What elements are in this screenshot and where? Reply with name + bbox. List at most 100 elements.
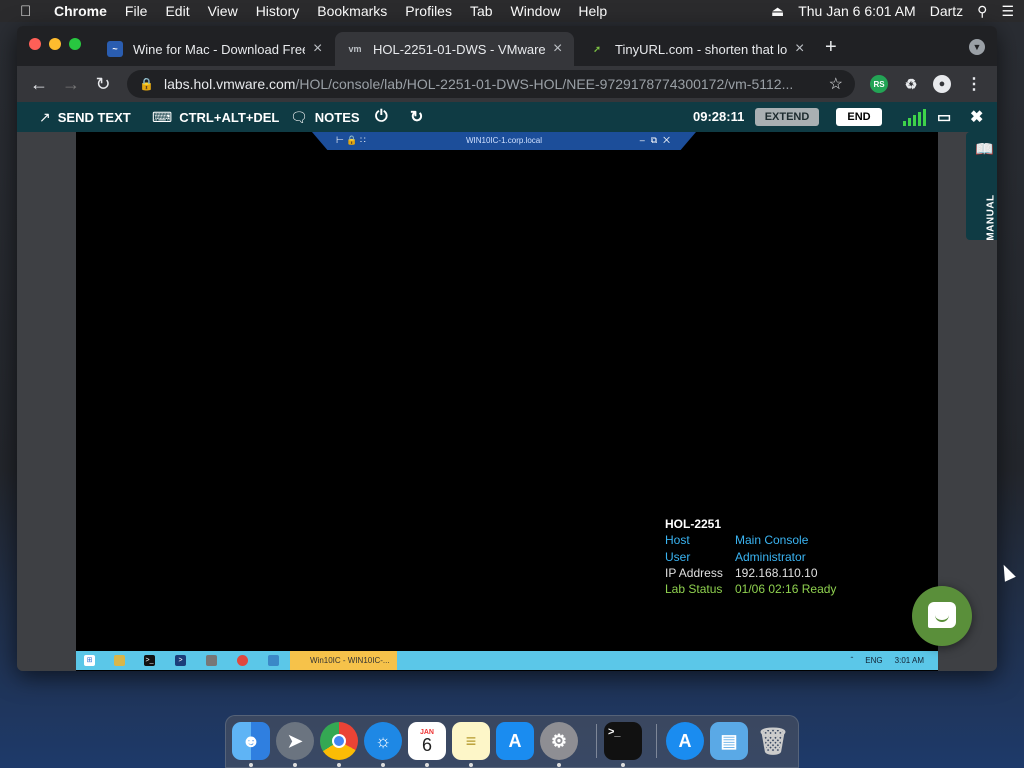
remote-console-screen[interactable]: ⊢ 🔒 ∷ WIN10IC-1.corp.local –⧉✕ HOL-2251 … <box>76 132 938 671</box>
close-tab-icon[interactable]: × <box>553 40 562 58</box>
info-row-host: Host Main Console <box>665 532 836 548</box>
bookmark-star-icon[interactable]: ☆ <box>829 74 843 94</box>
vmware-icon: vm <box>348 44 362 54</box>
menu-bookmarks[interactable]: Bookmarks <box>317 3 387 19</box>
chrome-window: ~ Wine for Mac - Download Free × vm HOL-… <box>17 26 997 671</box>
menu-tab[interactable]: Tab <box>470 3 493 19</box>
power-icon[interactable]: ⏻ <box>375 102 388 132</box>
tab-title: TinyURL.com - shorten that lon <box>615 41 787 57</box>
menu-file[interactable]: File <box>125 3 148 19</box>
spotlight-search-icon[interactable]: ⚲ <box>977 3 987 20</box>
menubar-clock[interactable]: Thu Jan 6 6:01 AM <box>798 3 916 19</box>
rdp-window-controls[interactable]: –⧉✕ <box>640 135 676 146</box>
extension-icon[interactable]: RS <box>870 75 888 93</box>
menu-view[interactable]: View <box>208 3 238 19</box>
info-row-status: Lab Status 01/06 02:16 Ready <box>665 581 836 597</box>
running-indicator <box>337 763 341 767</box>
zoom-window-button[interactable] <box>69 38 81 50</box>
info-key: Host <box>665 533 690 548</box>
forward-button[interactable]: → <box>59 72 83 96</box>
rdp-host-title: WIN10IC-1.corp.local <box>465 136 543 145</box>
tab-title: HOL-2251-01-DWS - VMware L <box>373 41 545 57</box>
terminal-icon[interactable]: >_ <box>604 722 642 760</box>
lock-icon[interactable]: 🔒 <box>139 77 154 91</box>
back-button[interactable]: ← <box>27 72 51 96</box>
lab-timer: 09:28:11 <box>693 109 745 124</box>
ctrl-alt-del-label: CTRL+ALT+DEL <box>179 109 280 125</box>
ctrl-alt-del-button[interactable]: ⌨ CTRL+ALT+DEL <box>152 102 279 132</box>
chrome-menu-icon[interactable]: ⋮ <box>965 75 983 93</box>
macos-dock: ☻ ➤ ☼ JAN 6 ≡ A ⚙ >_ A ▤ 🗑 <box>225 715 799 768</box>
info-value: 01/06 02:16 Ready <box>735 582 837 597</box>
menu-edit[interactable]: Edit <box>165 3 189 19</box>
extend-button[interactable]: EXTEND <box>755 108 819 126</box>
tray-clock[interactable]: 3:01 AM <box>895 651 924 670</box>
info-key: Lab Status <box>665 582 723 597</box>
manual-side-tab[interactable]: 📖 MANUAL <box>966 132 997 241</box>
monitor-icon[interactable]: ▭ <box>937 102 951 132</box>
app-store-icon[interactable]: A <box>496 722 534 760</box>
lab-id: HOL-2251 <box>665 517 722 531</box>
send-text-label: SEND TEXT <box>57 109 131 125</box>
documents-folder-icon[interactable]: ▤ <box>710 722 748 760</box>
reload-button[interactable]: ↻ <box>91 72 115 96</box>
info-row-user: User Administrator <box>665 549 836 565</box>
trash-icon[interactable]: 🗑 <box>754 722 792 760</box>
extensions-puzzle-icon[interactable]: ♻ <box>902 75 920 93</box>
end-button[interactable]: END <box>836 108 882 126</box>
browser-toolbar: ← → ↻ 🔒 labs.hol.vmware.com /HOL/console… <box>17 66 997 102</box>
tab-tinyurl[interactable]: ➚ TinyURL.com - shorten that lon × <box>577 32 816 66</box>
apple-menu-icon[interactable]:  <box>20 3 38 20</box>
close-window-button[interactable] <box>29 38 41 50</box>
control-center-icon[interactable]: ☰ <box>1001 3 1014 20</box>
applications-folder-icon[interactable]: A <box>666 722 704 760</box>
address-bar[interactable]: 🔒 labs.hol.vmware.com /HOL/console/lab/H… <box>127 70 855 98</box>
hol-console-toolbar: ↗ SEND TEXT ⌨ CTRL+ALT+DEL 🗨 NOTES ⏻ ↻ 0… <box>17 102 997 132</box>
minimize-window-button[interactable] <box>49 38 61 50</box>
chat-support-button[interactable] <box>912 586 972 646</box>
close-console-icon[interactable]: ✖ <box>970 102 983 132</box>
finder-icon[interactable]: ☻ <box>232 722 270 760</box>
eject-icon[interactable]: ⏏ <box>771 3 784 20</box>
tab-vmware-hol[interactable]: vm HOL-2251-01-DWS - VMware L × <box>335 32 575 66</box>
command-prompt-icon[interactable]: >_ <box>144 655 155 666</box>
refresh-icon[interactable]: ↻ <box>410 102 423 132</box>
remote-desktop-icon[interactable] <box>268 655 279 666</box>
tab-search-icon[interactable]: ▼ <box>969 39 985 55</box>
network-tool-icon[interactable] <box>206 655 217 666</box>
running-indicator <box>469 763 473 767</box>
launchpad-icon[interactable]: ➤ <box>276 722 314 760</box>
tinyurl-icon: ➚ <box>593 43 601 54</box>
tray-chevron-icon[interactable]: ˆ <box>851 651 854 670</box>
chrome-taskbar-icon[interactable] <box>237 655 248 666</box>
profile-avatar-icon[interactable]: ● <box>933 75 951 93</box>
chat-bubble-icon <box>928 602 956 628</box>
powershell-icon[interactable]: > <box>175 655 186 666</box>
file-explorer-icon[interactable] <box>114 655 125 666</box>
menu-help[interactable]: Help <box>578 3 607 19</box>
tab-wine[interactable]: ~ Wine for Mac - Download Free × <box>95 32 334 66</box>
taskbar-task-win10ic[interactable]: Win10IC - WIN10IC-... <box>290 651 397 670</box>
menu-profiles[interactable]: Profiles <box>405 3 452 19</box>
notes-dock-icon[interactable]: ≡ <box>452 722 490 760</box>
safari-icon[interactable]: ☼ <box>364 722 402 760</box>
menu-window[interactable]: Window <box>511 3 561 19</box>
system-preferences-icon[interactable]: ⚙ <box>540 722 578 760</box>
calendar-icon[interactable]: JAN 6 <box>408 722 446 760</box>
menubar-user[interactable]: Dartz <box>930 3 963 19</box>
url-host: labs.hol.vmware.com <box>163 76 296 92</box>
chrome-dock-icon[interactable] <box>320 722 358 760</box>
info-key: IP Address <box>665 565 723 580</box>
menu-history[interactable]: History <box>256 3 300 19</box>
notes-button[interactable]: 🗨 NOTES <box>290 102 360 132</box>
send-text-button[interactable]: ↗ SEND TEXT <box>39 102 131 132</box>
close-tab-icon[interactable]: × <box>313 40 322 58</box>
dock-separator <box>596 724 597 758</box>
tray-language[interactable]: ENG <box>865 651 882 670</box>
info-value: Main Console <box>735 533 809 548</box>
menu-app-chrome[interactable]: Chrome <box>54 3 107 19</box>
macos-menubar:  Chrome File Edit View History Bookmark… <box>0 0 1024 22</box>
windows-start-icon[interactable]: ⊞ <box>84 655 95 666</box>
close-tab-icon[interactable]: × <box>795 40 804 58</box>
new-tab-button[interactable]: + <box>825 36 837 59</box>
